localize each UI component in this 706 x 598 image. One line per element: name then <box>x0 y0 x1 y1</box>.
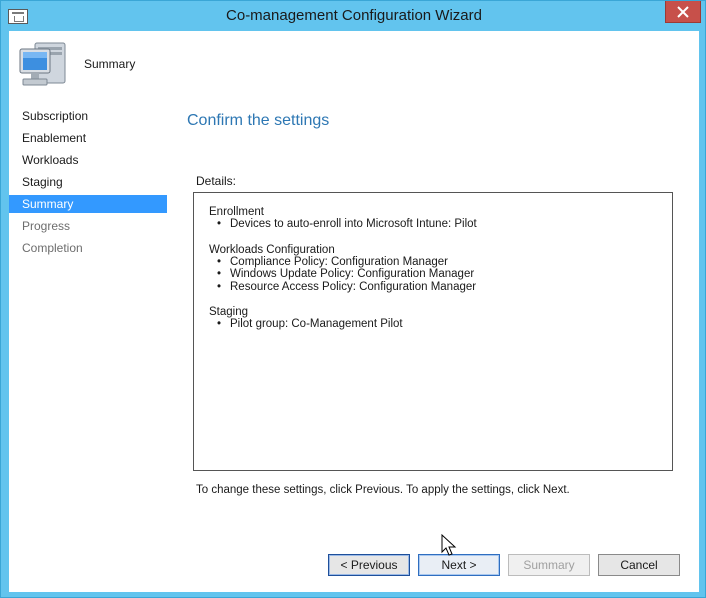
wizard-step-list: Subscription Enablement Workloads Stagin… <box>9 107 169 357</box>
next-button[interactable]: Next > <box>418 554 500 576</box>
step-staging[interactable]: Staging <box>9 173 167 191</box>
section-item: • Pilot group: Co-Management Pilot <box>209 318 672 331</box>
close-icon <box>677 5 689 18</box>
wizard-window: Co-management Configuration Wizard Summa… <box>0 0 706 598</box>
window-title: Co-management Configuration Wizard <box>226 7 482 24</box>
step-completion: Completion <box>22 241 83 255</box>
section-item-text: Devices to auto-enroll into Microsoft In… <box>230 218 477 230</box>
page-heading: Confirm the settings <box>187 112 330 129</box>
close-button[interactable] <box>665 1 701 23</box>
step-enablement[interactable]: Enablement <box>9 129 167 147</box>
details-box[interactable]: Enrollment • Devices to auto-enroll into … <box>193 192 673 471</box>
section-item-text: Resource Access Policy: Configuration Ma… <box>230 280 477 293</box>
step-progress: Progress <box>22 219 71 233</box>
section-item: • Windows Update Policy: Configuration Ma… <box>209 268 672 281</box>
step-subscription[interactable]: Subscription <box>9 107 167 125</box>
section-item: • Devices to auto-enroll into Microsoft I… <box>209 218 672 231</box>
section-item-text: Compliance Policy: Configuration Manager <box>230 255 448 268</box>
computer-monitor-icon <box>19 42 66 86</box>
section-item-text: Pilot group: Co-Management Pilot <box>230 318 403 330</box>
section-enrollment: Enrollment • Devices to auto-enroll into … <box>209 206 672 231</box>
wizard-client-area: Summary Subscription Enablement Workload… <box>9 31 699 592</box>
summary-button: Summary <box>508 554 590 576</box>
section-item-text: Windows Update Policy: Configuration Man… <box>230 268 475 280</box>
section-heading: Enrollment <box>209 206 264 218</box>
section-workloads: Workloads Configuration • Compliance Poli… <box>209 244 672 294</box>
bullet-icon: • <box>217 268 222 280</box>
cancel-button[interactable]: Cancel <box>598 554 680 576</box>
bullet-icon: • <box>217 218 222 230</box>
header-title: Summary <box>84 57 136 71</box>
wizard-header: Summary <box>9 31 699 99</box>
previous-button[interactable]: < Previous <box>328 554 410 576</box>
details-label: Details: <box>196 174 237 188</box>
section-item: • Resource Access Policy: Configuration M… <box>209 281 672 294</box>
bullet-icon: • <box>217 318 222 330</box>
section-heading: Workloads Configuration <box>209 243 335 256</box>
bullet-icon: • <box>217 280 222 293</box>
step-summary[interactable]: Summary <box>9 195 167 213</box>
instruction-text: To change these settings, click Previous… <box>196 484 570 496</box>
section-heading: Staging <box>209 306 249 318</box>
section-staging: Staging • Pilot group: Co-Management Pilo… <box>209 306 672 331</box>
step-workloads[interactable]: Workloads <box>9 151 167 169</box>
section-item: • Compliance Policy: Configuration Manage… <box>209 256 672 269</box>
bullet-icon: • <box>217 255 222 268</box>
title-bar[interactable]: Co-management Configuration Wizard <box>1 1 706 31</box>
